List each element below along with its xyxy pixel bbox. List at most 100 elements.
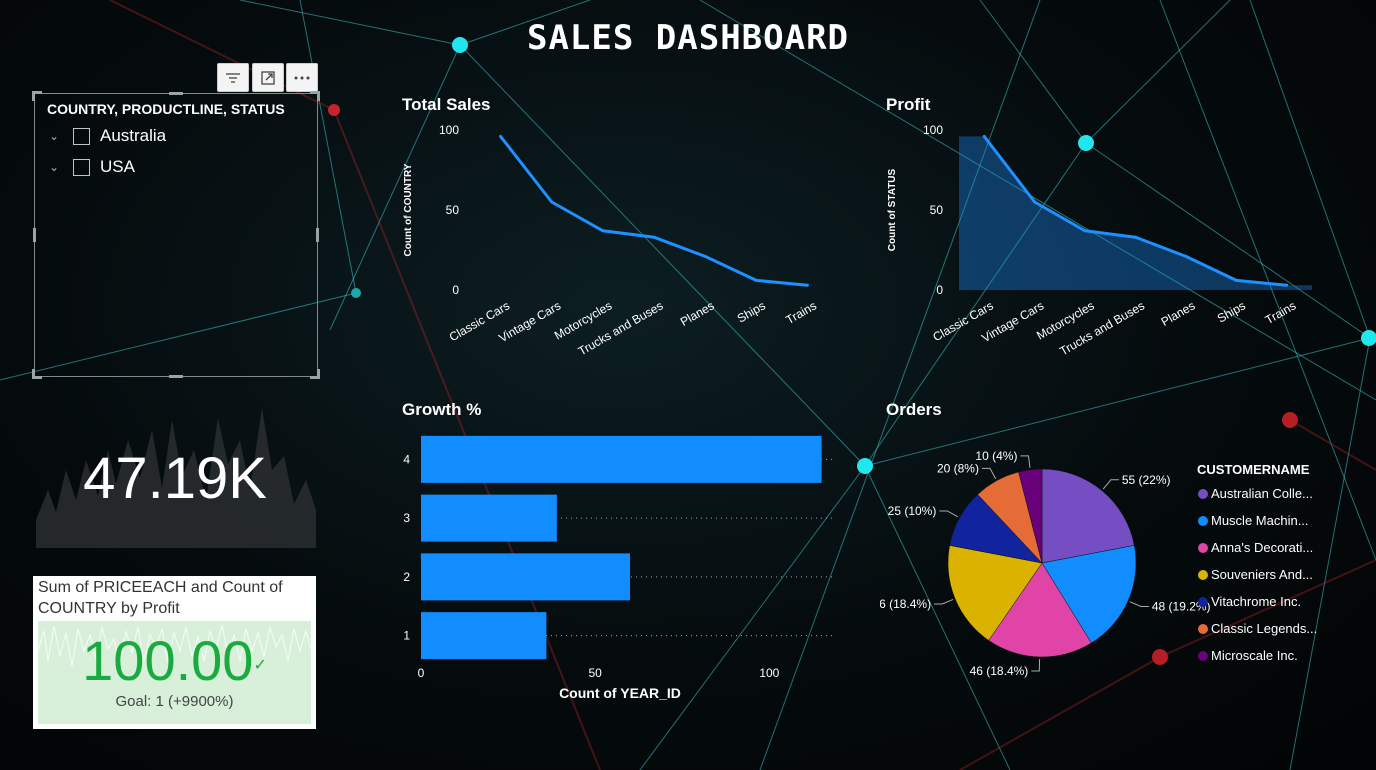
legend-marker [1198, 516, 1208, 526]
profit-chart[interactable]: Count of STATUS050100Classic CarsVintage… [879, 118, 1324, 368]
data-label: 46 (18.4%) [880, 597, 931, 611]
data-point [652, 235, 656, 239]
bar [421, 612, 547, 660]
data-point [754, 278, 758, 282]
legend-label: Anna's Decorati... [1211, 540, 1313, 555]
data-point [1134, 235, 1137, 239]
chevron-down-icon[interactable]: ⌄ [49, 160, 65, 174]
legend-marker [1198, 597, 1208, 607]
leader-line [934, 598, 954, 605]
kpi-value: 47.19K [83, 446, 267, 511]
legend-marker [1198, 570, 1208, 580]
total-sales-title: Total Sales [402, 95, 491, 114]
data-point [1234, 278, 1238, 282]
x-tick-label: Ships [1215, 298, 1248, 325]
data-point [1184, 254, 1188, 258]
more-options-icon[interactable] [286, 63, 318, 92]
x-tick-label: Planes [1159, 298, 1198, 328]
checkmark-icon: ✓ [253, 657, 267, 675]
country-slicer[interactable]: COUNTRY, PRODUCTLINE, STATUS ⌄ Australia… [32, 91, 320, 379]
y-axis-label: Count of COUNTRY [403, 163, 414, 256]
leader-line [1031, 658, 1041, 672]
slicer-item-label: USA [100, 157, 135, 176]
data-label: 10 (4%) [975, 449, 1017, 463]
x-axis-label: Count of YEAR_ID [559, 685, 681, 701]
data-point [805, 283, 809, 287]
slicer-item-usa[interactable]: ⌄ USA [49, 155, 135, 179]
legend-label: Muscle Machin... [1211, 513, 1309, 528]
legend-marker [1198, 624, 1208, 634]
area-fill [959, 136, 1312, 290]
leader-line [981, 467, 997, 480]
legend-marker [1198, 651, 1208, 661]
leader-line [1020, 455, 1031, 468]
chevron-down-icon[interactable]: ⌄ [49, 129, 65, 143]
goal-card-goal: Goal: 1 (+9900%) [115, 693, 234, 710]
filter-icon[interactable] [217, 63, 249, 92]
growth-title: Growth % [402, 400, 482, 419]
data-point [1033, 200, 1037, 204]
goal-card-value: 100.00✓ [82, 629, 267, 692]
data-point [1083, 229, 1087, 233]
x-tick-label: Trucks and Buses [576, 298, 666, 358]
data-point [703, 254, 707, 258]
data-point [982, 134, 986, 138]
x-tick-label: Ships [735, 298, 768, 325]
x-tick-label: Trains [783, 298, 818, 327]
orders-chart[interactable]: 55 (22%)48 (19.2%)46 (18.4%)46 (18.4%)25… [880, 440, 1340, 690]
leader-line [1129, 601, 1149, 608]
x-tick-label: 100 [759, 666, 779, 680]
y-tick-label: 2 [403, 570, 410, 584]
slicer-title: COUNTRY, PRODUCTLINE, STATUS [47, 101, 285, 117]
checkbox[interactable] [73, 127, 90, 145]
legend-marker [1198, 543, 1208, 553]
y-tick-label: 0 [452, 283, 459, 297]
data-label: 25 (10%) [888, 504, 937, 518]
data-label: 55 (22%) [1122, 473, 1171, 487]
checkbox[interactable] [73, 158, 90, 176]
legend-label: Souveniers And... [1211, 567, 1313, 582]
x-tick-label: Planes [678, 298, 717, 328]
leader-line [1102, 479, 1119, 490]
data-point [601, 229, 605, 233]
dashboard-title: SALES DASHBOARD [526, 18, 850, 58]
y-tick-label: 3 [403, 511, 410, 525]
goal-card-title: Sum of PRICEEACH and Count of COUNTRY by… [38, 579, 283, 617]
y-tick-label: 4 [403, 452, 410, 466]
y-tick-label: 50 [930, 203, 944, 217]
slicer-item-australia[interactable]: ⌄ Australia [49, 124, 166, 148]
legend-marker [1198, 489, 1208, 499]
bar [421, 553, 630, 601]
data-point [1285, 283, 1289, 287]
profit-title: Profit [886, 95, 931, 114]
data-label: 46 (18.4%) [970, 664, 1029, 678]
leader-line [939, 510, 959, 518]
legend-label: Classic Legends... [1211, 621, 1317, 636]
orders-title: Orders [886, 400, 942, 419]
x-tick-label: Trucks and Buses [1057, 298, 1147, 358]
legend-label: Vitachrome Inc. [1211, 594, 1301, 609]
total-sales-chart[interactable]: Count of COUNTRY050100Classic CarsVintag… [395, 118, 845, 368]
y-tick-label: 100 [923, 123, 943, 137]
goal-card: Sum of PRICEEACH and Count of COUNTRY by… [33, 576, 316, 729]
data-label: 20 (8%) [937, 461, 979, 475]
y-tick-label: 0 [936, 283, 943, 297]
growth-chart[interactable]: 4 3 2 1 0 50 100 Count of YEAR_ID [390, 425, 850, 710]
y-tick-label: 50 [446, 203, 460, 217]
bar [421, 494, 557, 542]
x-tick-label: Trains [1263, 298, 1298, 327]
y-tick-label: 100 [439, 123, 459, 137]
x-tick-label: 0 [418, 666, 425, 680]
focus-mode-icon[interactable] [252, 63, 284, 92]
bar [421, 435, 822, 483]
slicer-item-label: Australia [100, 126, 167, 145]
series-line [499, 135, 808, 287]
legend-label: Microscale Inc. [1211, 648, 1298, 663]
data-point [550, 200, 554, 204]
legend-label: Australian Colle... [1211, 486, 1313, 501]
data-point [499, 134, 503, 138]
x-tick-label: 50 [588, 666, 602, 680]
legend-title: CUSTOMERNAME [1197, 462, 1310, 477]
y-axis-label: Count of STATUS [887, 168, 898, 251]
y-tick-label: 1 [403, 629, 410, 643]
